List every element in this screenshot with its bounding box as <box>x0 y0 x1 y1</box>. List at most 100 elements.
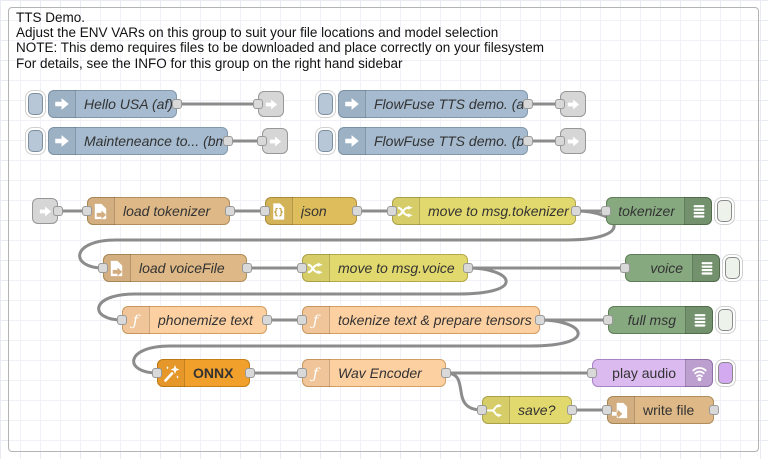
node-label: phonemize text <box>158 307 262 333</box>
input-port[interactable] <box>297 263 307 273</box>
node-label: save? <box>518 397 567 423</box>
node-debug-full-msg[interactable]: full msg <box>608 306 713 334</box>
wire-wav-to-save[interactable] <box>446 373 482 410</box>
input-port[interactable] <box>82 206 92 216</box>
svg-text:ƒ: ƒ <box>310 364 321 382</box>
node-write-file[interactable]: write file <box>607 396 714 424</box>
node-label: load tokenizer <box>123 198 225 224</box>
node-label: write file <box>643 397 709 423</box>
svg-text:ƒ: ƒ <box>310 311 321 329</box>
node-wav-encoder[interactable]: ƒ Wav Encoder <box>302 359 446 387</box>
inject-button[interactable] <box>318 130 333 152</box>
node-inject-maintenance[interactable]: Mainteneance to... (bm) <box>48 127 228 155</box>
link-in-icon <box>38 204 53 219</box>
node-onnx[interactable]: ONNX <box>157 359 250 387</box>
node-load-voicefile[interactable]: load voiceFile <box>103 254 247 282</box>
output-port[interactable] <box>523 136 533 146</box>
debug-toggle-button[interactable] <box>725 257 740 279</box>
input-port[interactable] <box>602 405 612 415</box>
node-inject-flowfuse-am[interactable]: FlowFuse TTS demo. (am) <box>338 90 528 118</box>
output-port[interactable] <box>709 405 719 415</box>
input-port[interactable] <box>98 263 108 273</box>
node-label: json <box>301 198 352 224</box>
debug-list-icon <box>684 197 712 225</box>
output-port[interactable] <box>352 206 362 216</box>
node-label: ONNX <box>193 360 245 386</box>
svg-text:ƒ: ƒ <box>130 311 141 329</box>
input-port[interactable] <box>260 206 270 216</box>
output-port[interactable] <box>242 263 252 273</box>
node-label: Mainteneance to... (bm) <box>84 128 223 154</box>
input-port[interactable] <box>555 136 565 146</box>
node-debug-voice[interactable]: voice <box>625 254 720 282</box>
input-port[interactable] <box>257 136 267 146</box>
input-port[interactable] <box>555 99 565 109</box>
node-save-switch[interactable]: save? <box>482 396 572 424</box>
input-port[interactable] <box>387 206 397 216</box>
node-link-out[interactable] <box>560 91 586 117</box>
input-port[interactable] <box>587 368 597 378</box>
node-label: tokenize text & prepare tensors <box>338 307 535 333</box>
output-port[interactable] <box>172 99 182 109</box>
input-port[interactable] <box>620 263 630 273</box>
inject-button[interactable] <box>28 93 43 115</box>
node-play-audio[interactable]: play audio <box>592 359 713 387</box>
output-port[interactable] <box>53 206 63 216</box>
node-link-out[interactable] <box>560 128 586 154</box>
node-link-out[interactable] <box>258 91 284 117</box>
output-port[interactable] <box>535 315 545 325</box>
output-port[interactable] <box>262 315 272 325</box>
node-move-to-msg-tokenizer[interactable]: move to msg.tokenizer <box>392 197 576 225</box>
node-label: Wav Encoder <box>338 360 441 386</box>
output-port[interactable] <box>225 206 235 216</box>
inject-icon <box>338 90 366 118</box>
node-label: FlowFuse TTS demo. (bf) <box>374 128 523 154</box>
node-label: move to msg.voice <box>338 255 463 281</box>
inject-icon <box>48 90 76 118</box>
node-link-out[interactable] <box>262 128 288 154</box>
output-port[interactable] <box>523 99 533 109</box>
audio-toggle-button[interactable] <box>718 362 733 384</box>
output-port[interactable] <box>567 405 577 415</box>
node-tokenize-prepare-tensors[interactable]: ƒ tokenize text & prepare tensors <box>302 306 540 334</box>
input-port[interactable] <box>117 315 127 325</box>
node-debug-tokenizer[interactable]: tokenizer <box>606 197 712 225</box>
output-port[interactable] <box>441 368 451 378</box>
flow-canvas[interactable]: TTS Demo. Adjust the ENV VARs on this gr… <box>0 0 768 459</box>
output-port[interactable] <box>223 136 233 146</box>
inject-button[interactable] <box>28 130 43 152</box>
input-port[interactable] <box>297 315 307 325</box>
input-port[interactable] <box>477 405 487 415</box>
node-inject-flowfuse-bf[interactable]: FlowFuse TTS demo. (bf) <box>338 127 528 155</box>
link-out-icon <box>268 134 283 149</box>
input-port[interactable] <box>297 368 307 378</box>
inject-icon <box>48 127 76 155</box>
node-label: load voiceFile <box>139 255 242 281</box>
node-load-tokenizer[interactable]: load tokenizer <box>87 197 230 225</box>
node-link-in[interactable] <box>32 198 58 224</box>
input-port[interactable] <box>601 206 611 216</box>
output-port[interactable] <box>571 206 581 216</box>
node-label: full msg <box>615 307 676 333</box>
debug-list-icon <box>692 254 720 282</box>
sound-waves-icon <box>685 359 713 387</box>
output-port[interactable] <box>463 263 473 273</box>
node-label: move to msg.tokenizer <box>428 198 571 224</box>
input-port[interactable] <box>253 99 263 109</box>
debug-toggle-button[interactable] <box>717 200 732 222</box>
svg-text:{}: {} <box>273 207 283 217</box>
debug-toggle-button[interactable] <box>718 309 733 331</box>
node-inject-hello-usa[interactable]: Hello USA (af) <box>48 90 177 118</box>
debug-list-icon <box>685 306 713 334</box>
node-move-to-msg-voice[interactable]: move to msg.voice <box>302 254 468 282</box>
input-port[interactable] <box>603 315 613 325</box>
node-label: Hello USA (af) <box>84 91 172 117</box>
node-label: voice <box>632 255 683 281</box>
node-phonemize-text[interactable]: ƒ phonemize text <box>122 306 267 334</box>
output-port[interactable] <box>245 368 255 378</box>
wire-layer <box>0 0 768 459</box>
node-label: tokenizer <box>613 198 675 224</box>
inject-button[interactable] <box>318 93 333 115</box>
node-json[interactable]: {} json <box>265 197 357 225</box>
input-port[interactable] <box>152 368 162 378</box>
